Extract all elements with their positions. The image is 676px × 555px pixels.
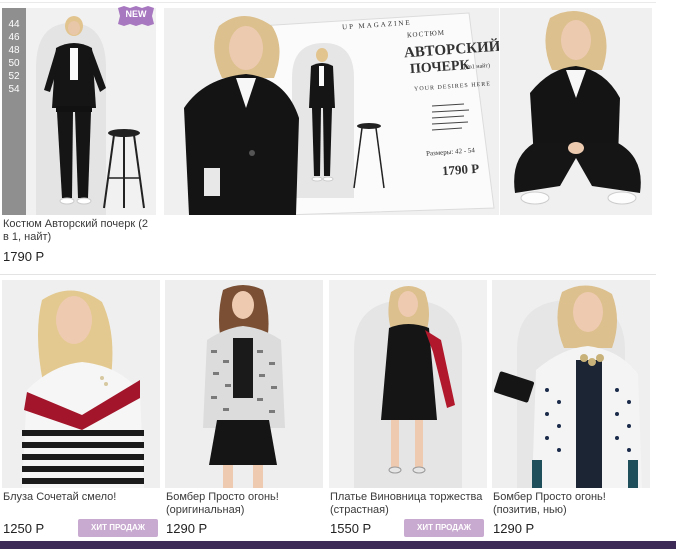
size-option[interactable]: 50 xyxy=(2,57,26,70)
product-title[interactable]: Бомбер Просто огонь! (оригинальная) xyxy=(166,491,321,517)
magazine-price: 1790 Р xyxy=(441,160,480,179)
product-title[interactable]: Костюм Авторский почерк (2 в 1, найт) xyxy=(3,218,153,244)
product-price: 1250 Р xyxy=(3,521,45,536)
featured-photo-sitting[interactable] xyxy=(500,8,652,215)
size-option[interactable]: 52 xyxy=(2,70,26,83)
featured-photo-full-outfit[interactable] xyxy=(26,8,156,215)
size-option[interactable]: 54 xyxy=(2,83,26,96)
product-price: 1290 Р xyxy=(493,521,535,536)
size-option[interactable]: 46 xyxy=(2,31,26,44)
new-badge: NEW xyxy=(118,6,154,26)
product-photo[interactable] xyxy=(165,280,323,488)
row-divider xyxy=(0,274,656,275)
size-list: 44 46 48 50 52 54 xyxy=(2,8,26,215)
footer-bar xyxy=(0,541,676,549)
top-divider xyxy=(0,2,656,3)
product-photo[interactable] xyxy=(329,280,487,488)
product-photo[interactable] xyxy=(492,280,650,488)
bestseller-badge: ХИТ ПРОДАЖ ТОП-50 xyxy=(78,519,158,550)
size-option[interactable]: 44 xyxy=(2,18,26,31)
size-option[interactable]: 48 xyxy=(2,44,26,57)
product-title[interactable]: Платье Виновница торжества (страстная) xyxy=(330,491,485,517)
new-badge-label: NEW xyxy=(125,9,147,19)
featured-photo-magazine[interactable]: UP MAGAZINE КОСТЮМ АВТОРСКИЙ ПОЧЕРК (2в1… xyxy=(164,8,499,215)
product-title[interactable]: Бомбер Просто огонь! (позитив, нью) xyxy=(493,491,653,517)
product-price: 1550 Р xyxy=(330,521,372,536)
product-price: 1290 Р xyxy=(166,521,208,536)
product-title[interactable]: Блуза Сочетай смело! xyxy=(3,491,158,504)
product-photo[interactable] xyxy=(2,280,160,488)
bestseller-badge: ХИТ ПРОДАЖ ТОП-50 xyxy=(404,519,484,550)
product-price: 1790 Р xyxy=(3,249,45,264)
